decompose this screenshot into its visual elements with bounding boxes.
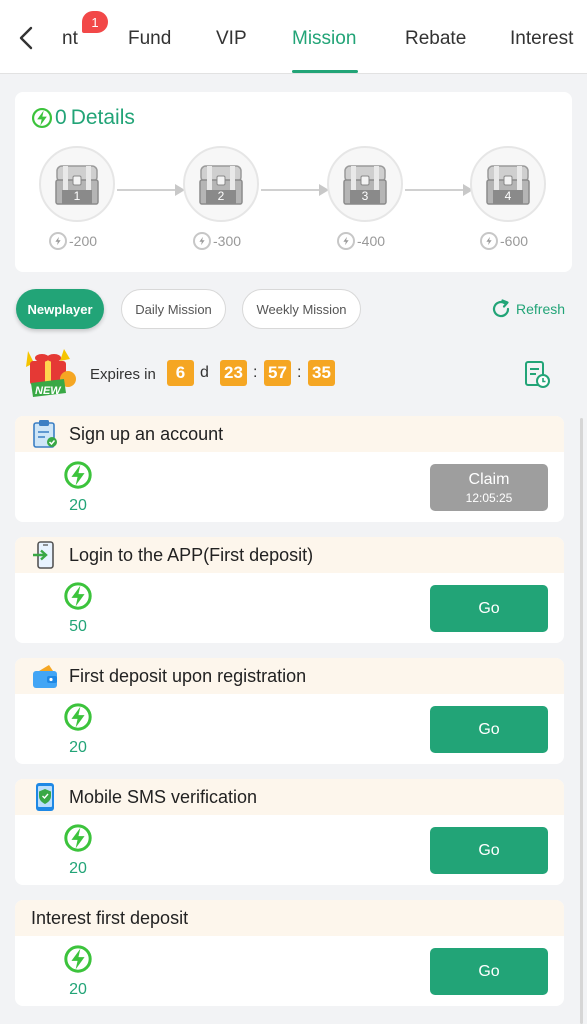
- phone-login-icon: [33, 541, 54, 569]
- reward-value: 20: [69, 497, 87, 514]
- filter-weekly-mission[interactable]: Weekly Mission: [242, 289, 361, 329]
- wallet-icon: [33, 665, 57, 688]
- clipboard-icon: [33, 420, 57, 448]
- filter-newplayer[interactable]: Newplayer: [16, 289, 104, 329]
- refresh-label: Refresh: [516, 301, 566, 317]
- chevron-left-icon[interactable]: [14, 24, 40, 52]
- mission-header: First deposit upon registration: [15, 658, 564, 694]
- mission-reward: 20: [55, 944, 101, 999]
- tab-event[interactable]: nt: [62, 28, 78, 50]
- lightning-icon: [63, 460, 93, 490]
- lightning-icon: [63, 944, 93, 974]
- details-link[interactable]: 0 Details: [31, 106, 135, 130]
- mission-card: Mobile SMS verification 20 Go: [15, 779, 564, 885]
- filter-daily-mission[interactable]: Daily Mission: [121, 289, 226, 329]
- tab-fund[interactable]: Fund: [128, 28, 171, 50]
- go-button[interactable]: Go: [430, 827, 548, 874]
- gift-icon: NEW: [26, 349, 76, 397]
- chest-number: 3: [361, 189, 369, 203]
- claim-countdown: 12:05:25: [465, 490, 513, 505]
- chest-cost: -600: [480, 232, 528, 250]
- chest-cost-value: -400: [357, 233, 386, 249]
- claim-button[interactable]: Claim 12:05:25: [430, 464, 548, 511]
- mission-title: Sign up an account: [69, 423, 224, 444]
- chest-number: 2: [217, 189, 225, 203]
- mission-card: First deposit upon registration 20 Go: [15, 658, 564, 764]
- details-count: 0: [55, 106, 67, 129]
- treasure-chest-2[interactable]: 2: [183, 146, 259, 222]
- mission-card: Interest first deposit 20 Go: [15, 900, 564, 1006]
- lightning-icon: [31, 107, 53, 129]
- scrollbar[interactable]: [580, 418, 583, 1024]
- mission-reward: 50: [55, 581, 101, 636]
- go-button[interactable]: Go: [430, 585, 548, 632]
- treasure-chest-1[interactable]: 1: [39, 146, 115, 222]
- timer-separator: :: [253, 364, 258, 381]
- chest-number: 4: [504, 189, 512, 203]
- mission-title: Mobile SMS verification: [69, 786, 258, 807]
- chest-cost-value: -600: [500, 233, 529, 249]
- lightning-icon: [196, 235, 208, 247]
- timer-seconds: 35: [308, 360, 335, 386]
- mission-reward: 20: [55, 823, 101, 878]
- progress-connector: [117, 189, 177, 191]
- reward-value: 20: [69, 981, 87, 998]
- mission-card: Login to the APP(First deposit) 50 Go: [15, 537, 564, 643]
- reward-value: 20: [69, 860, 87, 877]
- timer-hours: 23: [220, 360, 247, 386]
- chest-cost-value: -200: [69, 233, 98, 249]
- go-button[interactable]: Go: [430, 948, 548, 995]
- tab-interest[interactable]: Interest: [510, 28, 573, 50]
- lightning-icon: [63, 823, 93, 853]
- mission-card: Sign up an account 20 Claim 12:05:25: [15, 416, 564, 522]
- lightning-icon: [52, 235, 64, 247]
- mission-title: Interest first deposit: [31, 907, 189, 928]
- new-label: NEW: [35, 385, 62, 397]
- timer-separator: :: [297, 364, 302, 381]
- refresh-icon: [492, 299, 510, 318]
- chest-number: 1: [73, 189, 81, 203]
- top-nav: nt 1 Fund VIP Mission Rebate Interest: [0, 0, 587, 74]
- expires-label: Expires in: [90, 366, 156, 383]
- timer-days-unit: d: [200, 364, 209, 381]
- record-history-icon[interactable]: [523, 359, 551, 389]
- reward-value: 50: [69, 618, 87, 635]
- mission-title: Login to the APP(First deposit): [69, 544, 314, 565]
- details-label: Details: [70, 106, 135, 129]
- timer-minutes: 57: [264, 360, 291, 386]
- mission-header: Mobile SMS verification: [15, 779, 564, 815]
- claim-label: Claim: [468, 470, 510, 488]
- lightning-icon: [340, 235, 352, 247]
- treasure-chest-4[interactable]: 4: [470, 146, 546, 222]
- chest-cost-value: -300: [213, 233, 242, 249]
- chest-cost: -200: [49, 232, 97, 250]
- mission-reward: 20: [55, 460, 101, 515]
- tab-vip[interactable]: VIP: [216, 28, 247, 50]
- go-button[interactable]: Go: [430, 706, 548, 753]
- refresh-button[interactable]: Refresh: [490, 298, 565, 320]
- lightning-icon: [63, 581, 93, 611]
- chest-cost: -400: [337, 232, 385, 250]
- mission-reward: 20: [55, 702, 101, 757]
- treasure-chest-3[interactable]: 3: [327, 146, 403, 222]
- mission-title: First deposit upon registration: [69, 665, 307, 686]
- chest-cost: -300: [193, 232, 241, 250]
- phone-shield-icon: [36, 783, 54, 811]
- mission-header: Interest first deposit: [15, 900, 564, 936]
- mission-header: Sign up an account: [15, 416, 564, 452]
- tab-mission[interactable]: Mission: [292, 28, 356, 50]
- progress-connector: [405, 189, 465, 191]
- lightning-icon: [483, 235, 495, 247]
- progress-connector: [261, 189, 321, 191]
- mission-header: Login to the APP(First deposit): [15, 537, 564, 573]
- active-tab-indicator: [292, 70, 358, 73]
- notification-badge: 1: [82, 11, 108, 33]
- details-card: 0 Details 1 2 3 4 -200 -300 -400 -600: [15, 92, 572, 272]
- lightning-icon: [63, 702, 93, 732]
- tab-rebate[interactable]: Rebate: [405, 28, 466, 50]
- timer-days: 6: [167, 360, 194, 386]
- reward-value: 20: [69, 739, 87, 756]
